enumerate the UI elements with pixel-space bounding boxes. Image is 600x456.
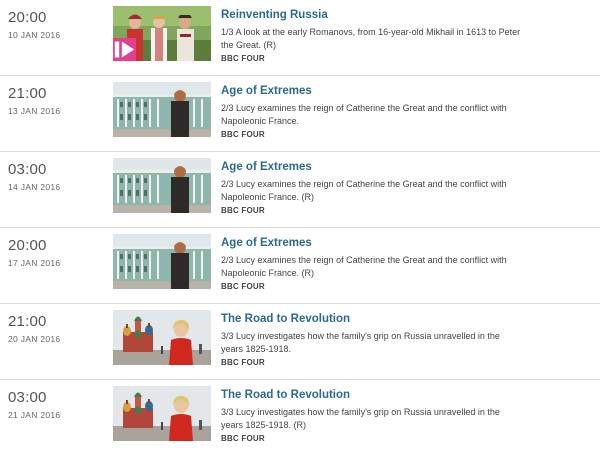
winter-palace-image <box>113 234 211 289</box>
listing-channel: BBC FOUR <box>221 434 265 443</box>
listing-description: 3/3 Lucy investigates how the family's g… <box>221 331 500 354</box>
listing-title-link[interactable]: Age of Extremes <box>221 161 312 173</box>
listing-title-link[interactable]: Reinventing Russia <box>221 9 328 21</box>
listing-title-link[interactable]: Age of Extremes <box>221 237 312 249</box>
listing-time: 21:00 <box>8 313 47 330</box>
listing-row: 20:00 17 JAN 2016 Age of Extremes 2/3 Lu… <box>0 228 600 304</box>
listing-title-link[interactable]: Age of Extremes <box>221 85 312 97</box>
listing-description: 2/3 Lucy examines the reign of Catherine… <box>221 103 507 126</box>
red-square-image <box>113 310 211 365</box>
listing-row: 03:00 14 JAN 2016 Age of Extremes 2/3 Lu… <box>0 152 600 228</box>
listing-time: 20:00 <box>8 237 47 254</box>
listing-description: 3/3 Lucy investigates how the family's g… <box>221 407 500 430</box>
listing-thumbnail[interactable] <box>113 6 211 61</box>
listing-date: 13 JAN 2016 <box>8 106 61 116</box>
red-square-image <box>113 386 211 441</box>
listing-row: 03:00 21 JAN 2016 The Road to Revolution… <box>0 380 600 456</box>
listing-time: 03:00 <box>8 389 47 406</box>
listing-thumbnail[interactable] <box>113 234 211 289</box>
listing-time: 21:00 <box>8 85 47 102</box>
listing-description: 1/3 A look at the early Romanovs, from 1… <box>221 27 521 50</box>
listing-thumbnail[interactable] <box>113 158 211 213</box>
listing-date: 20 JAN 2016 <box>8 334 61 344</box>
listing-date: 21 JAN 2016 <box>8 410 61 420</box>
listing-row: 21:00 13 JAN 2016 Age of Extremes 2/3 Lu… <box>0 76 600 152</box>
listing-thumbnail[interactable] <box>113 386 211 441</box>
listing-description: 2/3 Lucy examines the reign of Catherine… <box>221 255 507 278</box>
winter-palace-image <box>113 158 211 213</box>
schedule-list: 20:00 10 JAN 2016 Reinventing Russia 1/3… <box>0 0 600 456</box>
listing-thumbnail[interactable] <box>113 82 211 137</box>
listing-channel: BBC FOUR <box>221 206 265 215</box>
listing-row: 21:00 20 JAN 2016 The Road to Revolution… <box>0 304 600 380</box>
listing-date: 10 JAN 2016 <box>8 30 61 40</box>
listing-channel: BBC FOUR <box>221 130 265 139</box>
listing-time: 03:00 <box>8 161 47 178</box>
listing-thumbnail[interactable] <box>113 310 211 365</box>
listing-channel: BBC FOUR <box>221 54 265 63</box>
winter-palace-image <box>113 82 211 137</box>
listing-title-link[interactable]: The Road to Revolution <box>221 313 350 325</box>
listing-date: 14 JAN 2016 <box>8 182 61 192</box>
listing-description: 2/3 Lucy examines the reign of Catherine… <box>221 179 507 202</box>
listing-date: 17 JAN 2016 <box>8 258 61 268</box>
listing-row: 20:00 10 JAN 2016 Reinventing Russia 1/3… <box>0 0 600 76</box>
iplayer-play-icon[interactable] <box>113 38 136 61</box>
listing-channel: BBC FOUR <box>221 282 265 291</box>
listing-channel: BBC FOUR <box>221 358 265 367</box>
listing-title-link[interactable]: The Road to Revolution <box>221 389 350 401</box>
listing-time: 20:00 <box>8 9 47 26</box>
